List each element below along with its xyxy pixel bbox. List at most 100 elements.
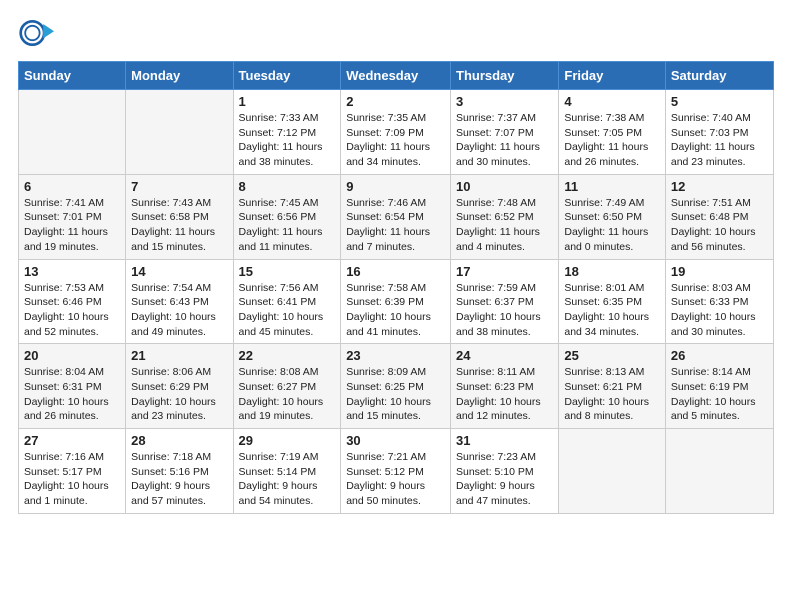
day-number: 16 (346, 264, 445, 279)
header (18, 15, 774, 51)
calendar-cell: 21Sunrise: 8:06 AM Sunset: 6:29 PM Dayli… (126, 344, 233, 429)
calendar-cell: 10 Sunrise: 7:48 AM Sunset: 6:52 PM Dayli… (451, 174, 559, 259)
calendar-cell: 20 Sunrise: 8:04 AM Sunset: 6:31 PM Dayli… (19, 344, 126, 429)
day-number: 26 (671, 348, 768, 363)
day-number: 23 (346, 348, 445, 363)
day-info: Sunrise: 7:41 AM Sunset: 7:01 PM Dayligh… (24, 196, 120, 255)
day-number: 10 (456, 179, 553, 194)
page: SundayMondayTuesdayWednesdayThursdayFrid… (0, 0, 792, 529)
day-info: Sunrise: 7:46 AM Sunset: 6:54 PM Dayligh… (346, 196, 445, 255)
day-info: Sunrise: 7:23 AM Sunset: 5:10 PM Dayligh… (456, 450, 553, 509)
calendar-cell: 25 Sunrise: 8:13 AM Sunset: 6:21 PM Dayli… (559, 344, 666, 429)
day-info: Sunrise: 7:43 AM Sunset: 6:58 PM Dayligh… (131, 196, 227, 255)
calendar-cell: 13 Sunrise: 7:53 AM Sunset: 6:46 PM Dayli… (19, 259, 126, 344)
day-number: 21 (131, 348, 227, 363)
calendar-cell: 7 Sunrise: 7:43 AM Sunset: 6:58 PM Daylig… (126, 174, 233, 259)
day-number: 25 (564, 348, 660, 363)
day-info: Sunrise: 7:35 AM Sunset: 7:09 PM Dayligh… (346, 111, 445, 170)
day-number: 31 (456, 433, 553, 448)
day-info: Sunrise: 7:59 AM Sunset: 6:37 PM Dayligh… (456, 281, 553, 340)
calendar-cell: 24 Sunrise: 8:11 AM Sunset: 6:23 PM Dayli… (451, 344, 559, 429)
day-number: 4 (564, 94, 660, 109)
day-number: 29 (239, 433, 336, 448)
calendar-cell: 30 Sunrise: 7:21 AM Sunset: 5:12 PM Dayli… (341, 429, 451, 514)
day-number: 18 (564, 264, 660, 279)
calendar-cell: 28 Sunrise: 7:18 AM Sunset: 5:16 PM Dayli… (126, 429, 233, 514)
day-info: Sunrise: 7:33 AM Sunset: 7:12 PM Dayligh… (239, 111, 336, 170)
day-info: Sunrise: 8:03 AM Sunset: 6:33 PM Dayligh… (671, 281, 768, 340)
calendar-cell: 23 Sunrise: 8:09 AM Sunset: 6:25 PM Dayli… (341, 344, 451, 429)
day-info: Sunrise: 7:48 AM Sunset: 6:52 PM Dayligh… (456, 196, 553, 255)
day-info: Sunrise: 8:09 AM Sunset: 6:25 PM Dayligh… (346, 365, 445, 424)
day-info: Sunrise: 8:13 AM Sunset: 6:21 PM Dayligh… (564, 365, 660, 424)
weekday-header-friday: Friday (559, 62, 666, 90)
day-info: Sunrise: 7:53 AM Sunset: 6:46 PM Dayligh… (24, 281, 120, 340)
day-info: Sunrise: 7:18 AM Sunset: 5:16 PM Dayligh… (131, 450, 227, 509)
day-info: Sunrise: 7:40 AM Sunset: 7:03 PM Dayligh… (671, 111, 768, 170)
weekday-header-row: SundayMondayTuesdayWednesdayThursdayFrid… (19, 62, 774, 90)
calendar-cell: 16 Sunrise: 7:58 AM Sunset: 6:39 PM Dayli… (341, 259, 451, 344)
day-info: Sunrise: 7:37 AM Sunset: 7:07 PM Dayligh… (456, 111, 553, 170)
calendar-cell: 17 Sunrise: 7:59 AM Sunset: 6:37 PM Dayli… (451, 259, 559, 344)
day-number: 19 (671, 264, 768, 279)
calendar-cell: 31 Sunrise: 7:23 AM Sunset: 5:10 PM Dayli… (451, 429, 559, 514)
calendar-row-1: 6 Sunrise: 7:41 AM Sunset: 7:01 PM Daylig… (19, 174, 774, 259)
calendar-table: SundayMondayTuesdayWednesdayThursdayFrid… (18, 61, 774, 514)
day-info: Sunrise: 7:38 AM Sunset: 7:05 PM Dayligh… (564, 111, 660, 170)
calendar-row-2: 13 Sunrise: 7:53 AM Sunset: 6:46 PM Dayli… (19, 259, 774, 344)
calendar-cell (19, 90, 126, 175)
day-number: 7 (131, 179, 227, 194)
day-number: 13 (24, 264, 120, 279)
day-number: 28 (131, 433, 227, 448)
weekday-header-sunday: Sunday (19, 62, 126, 90)
calendar-row-0: 1Sunrise: 7:33 AM Sunset: 7:12 PM Daylig… (19, 90, 774, 175)
calendar-cell: 8 Sunrise: 7:45 AM Sunset: 6:56 PM Daylig… (233, 174, 341, 259)
calendar-cell: 19 Sunrise: 8:03 AM Sunset: 6:33 PM Dayli… (665, 259, 773, 344)
calendar-cell (559, 429, 666, 514)
day-number: 2 (346, 94, 445, 109)
calendar-cell: 15Sunrise: 7:56 AM Sunset: 6:41 PM Dayli… (233, 259, 341, 344)
day-info: Sunrise: 7:16 AM Sunset: 5:17 PM Dayligh… (24, 450, 120, 509)
calendar-cell: 5Sunrise: 7:40 AM Sunset: 7:03 PM Daylig… (665, 90, 773, 175)
calendar-row-3: 20 Sunrise: 8:04 AM Sunset: 6:31 PM Dayli… (19, 344, 774, 429)
calendar-cell: 12Sunrise: 7:51 AM Sunset: 6:48 PM Dayli… (665, 174, 773, 259)
calendar-cell: 2 Sunrise: 7:35 AM Sunset: 7:09 PM Daylig… (341, 90, 451, 175)
calendar-cell: 29 Sunrise: 7:19 AM Sunset: 5:14 PM Dayli… (233, 429, 341, 514)
calendar-cell (665, 429, 773, 514)
calendar-cell: 22Sunrise: 8:08 AM Sunset: 6:27 PM Dayli… (233, 344, 341, 429)
day-info: Sunrise: 8:01 AM Sunset: 6:35 PM Dayligh… (564, 281, 660, 340)
day-info: Sunrise: 7:45 AM Sunset: 6:56 PM Dayligh… (239, 196, 336, 255)
calendar-cell: 26Sunrise: 8:14 AM Sunset: 6:19 PM Dayli… (665, 344, 773, 429)
day-number: 30 (346, 433, 445, 448)
logo (18, 15, 58, 51)
day-number: 22 (239, 348, 336, 363)
day-number: 14 (131, 264, 227, 279)
weekday-header-monday: Monday (126, 62, 233, 90)
day-number: 15 (239, 264, 336, 279)
day-info: Sunrise: 8:11 AM Sunset: 6:23 PM Dayligh… (456, 365, 553, 424)
day-info: Sunrise: 7:19 AM Sunset: 5:14 PM Dayligh… (239, 450, 336, 509)
calendar-cell: 27 Sunrise: 7:16 AM Sunset: 5:17 PM Dayli… (19, 429, 126, 514)
day-number: 27 (24, 433, 120, 448)
logo-icon (18, 15, 54, 51)
calendar-cell: 9 Sunrise: 7:46 AM Sunset: 6:54 PM Daylig… (341, 174, 451, 259)
day-info: Sunrise: 7:58 AM Sunset: 6:39 PM Dayligh… (346, 281, 445, 340)
calendar-row-4: 27 Sunrise: 7:16 AM Sunset: 5:17 PM Dayli… (19, 429, 774, 514)
day-number: 8 (239, 179, 336, 194)
day-number: 6 (24, 179, 120, 194)
day-info: Sunrise: 7:49 AM Sunset: 6:50 PM Dayligh… (564, 196, 660, 255)
day-info: Sunrise: 7:54 AM Sunset: 6:43 PM Dayligh… (131, 281, 227, 340)
calendar-cell: 11Sunrise: 7:49 AM Sunset: 6:50 PM Dayli… (559, 174, 666, 259)
day-info: Sunrise: 8:04 AM Sunset: 6:31 PM Dayligh… (24, 365, 120, 424)
day-info: Sunrise: 7:21 AM Sunset: 5:12 PM Dayligh… (346, 450, 445, 509)
day-number: 20 (24, 348, 120, 363)
calendar-cell: 6 Sunrise: 7:41 AM Sunset: 7:01 PM Daylig… (19, 174, 126, 259)
day-number: 17 (456, 264, 553, 279)
calendar-cell: 18 Sunrise: 8:01 AM Sunset: 6:35 PM Dayli… (559, 259, 666, 344)
weekday-header-tuesday: Tuesday (233, 62, 341, 90)
day-number: 24 (456, 348, 553, 363)
calendar-cell: 1Sunrise: 7:33 AM Sunset: 7:12 PM Daylig… (233, 90, 341, 175)
calendar-cell: 14 Sunrise: 7:54 AM Sunset: 6:43 PM Dayli… (126, 259, 233, 344)
day-number: 9 (346, 179, 445, 194)
calendar-cell (126, 90, 233, 175)
